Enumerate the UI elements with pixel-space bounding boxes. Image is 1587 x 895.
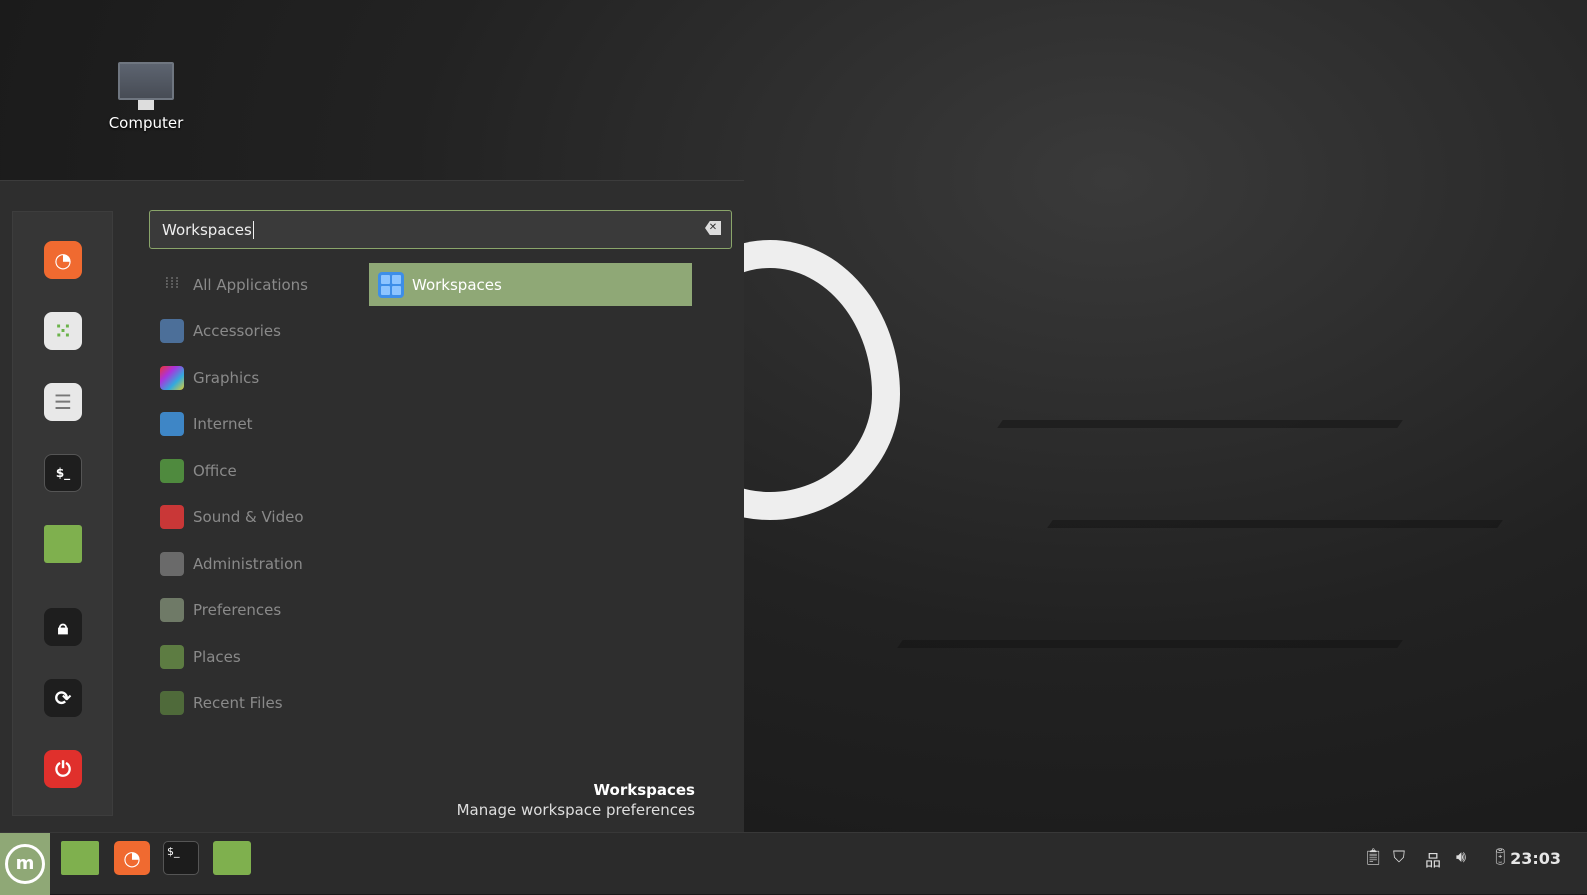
- app-description: Workspaces Manage workspace preferences: [457, 780, 695, 820]
- firefox-icon[interactable]: ◔: [44, 241, 82, 279]
- category-preferences[interactable]: Preferences: [160, 595, 281, 625]
- logout-icon[interactable]: ⟳: [44, 679, 82, 717]
- workspaces-icon: [378, 271, 404, 298]
- category-label: Graphics: [193, 369, 260, 387]
- system-settings-icon[interactable]: ☰: [44, 383, 82, 421]
- description-title: Workspaces: [593, 781, 695, 799]
- clear-text-icon[interactable]: ✕: [705, 221, 721, 235]
- category-label: Internet: [193, 415, 253, 433]
- category-administration[interactable]: Administration: [160, 549, 303, 579]
- lock-icon[interactable]: 🔒︎: [44, 608, 82, 646]
- search-result-workspaces[interactable]: Workspaces: [369, 263, 692, 306]
- desktop-icon-computer[interactable]: Computer: [100, 62, 192, 132]
- clipboard-icon[interactable]: 📋︎: [1363, 847, 1383, 866]
- category-label: Recent Files: [193, 694, 283, 712]
- category-label: Administration: [193, 555, 303, 573]
- show-desktop-icon[interactable]: [61, 841, 99, 875]
- category-label: Sound & Video: [193, 508, 304, 526]
- category-graphics[interactable]: Graphics: [160, 363, 259, 393]
- firefox-icon[interactable]: ◔: [114, 841, 150, 875]
- wallpaper-stripe: [897, 640, 1403, 648]
- wallpaper-stripe: [1047, 520, 1503, 528]
- grid-icon: ⁞⁞⁞: [164, 273, 180, 292]
- terminal-icon[interactable]: $_: [163, 841, 199, 875]
- result-label: Workspaces: [412, 275, 502, 294]
- category-office[interactable]: Office: [160, 456, 237, 486]
- category-internet[interactable]: Internet: [160, 409, 253, 439]
- volume-icon[interactable]: 🔊︎: [1456, 847, 1466, 867]
- category-accessories[interactable]: Accessories: [160, 316, 281, 346]
- taskbar: m ◔ $_ 📋︎ ⛉ 品 🔊︎ 🔋︎ 23:03: [0, 832, 1587, 895]
- desktop-icon-label: Computer: [108, 114, 184, 132]
- search-input[interactable]: Workspaces ✕: [149, 210, 732, 249]
- category-label: Places: [193, 648, 241, 666]
- computer-icon: [118, 62, 174, 100]
- files-icon[interactable]: [44, 525, 82, 563]
- category-label: Office: [193, 462, 237, 480]
- category-places[interactable]: Places: [160, 642, 241, 672]
- menu-button[interactable]: m: [0, 833, 50, 895]
- mint-logo-icon: m: [5, 844, 45, 884]
- application-menu: ◔ ⁙ ☰ $_ 🔒︎ ⟳ ⏻ Workspaces ✕ ⁞⁞⁞ All Appl…: [0, 180, 744, 832]
- wallpaper-stripe: [997, 420, 1403, 428]
- category-label: All Applications: [193, 276, 308, 294]
- category-all-applications[interactable]: ⁞⁞⁞ All Applications: [160, 270, 308, 300]
- category-sound-video[interactable]: Sound & Video: [160, 502, 304, 532]
- terminal-icon[interactable]: $_: [44, 454, 82, 492]
- search-text: Workspaces: [162, 221, 252, 239]
- preferences-icon: [160, 598, 184, 622]
- category-recent-files[interactable]: Recent Files: [160, 688, 283, 718]
- power-icon[interactable]: 🔋︎: [1490, 847, 1510, 866]
- description-text: Manage workspace preferences: [456, 801, 695, 819]
- files-icon[interactable]: [213, 841, 251, 875]
- category-label: Accessories: [193, 322, 281, 340]
- administration-icon: [160, 552, 184, 576]
- sound-video-icon: [160, 505, 184, 529]
- category-label: Preferences: [193, 601, 282, 619]
- internet-icon: [160, 412, 184, 436]
- accessories-icon: [160, 319, 184, 343]
- graphics-icon: [160, 366, 184, 390]
- clock[interactable]: 23:03: [1510, 849, 1561, 868]
- favorites-sidebar: ◔ ⁙ ☰ $_ 🔒︎ ⟳ ⏻: [12, 211, 113, 816]
- shutdown-icon[interactable]: ⏻: [44, 750, 82, 788]
- recent-files-icon: [160, 691, 184, 715]
- update-manager-icon[interactable]: ⛉: [1393, 847, 1405, 867]
- network-icon[interactable]: 品: [1425, 847, 1441, 871]
- software-manager-icon[interactable]: ⁙: [44, 312, 82, 350]
- office-icon: [160, 459, 184, 483]
- folder-icon: [160, 645, 184, 669]
